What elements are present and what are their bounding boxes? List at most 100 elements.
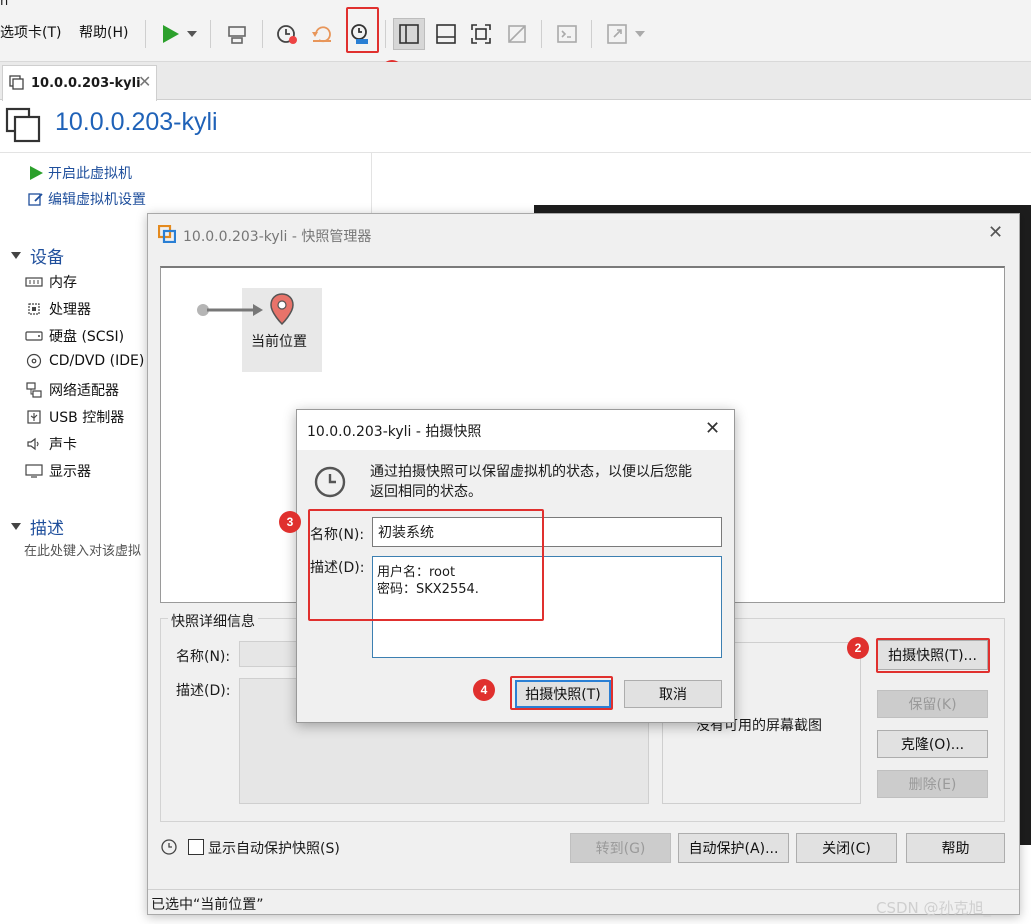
details-name-field[interactable] xyxy=(239,641,299,667)
current-location-label: 当前位置 xyxy=(251,334,307,350)
network-adapter-icon xyxy=(24,382,44,398)
auto-protect-clock-icon xyxy=(160,838,178,860)
device-cd-dvd[interactable]: CD/DVD (IDE) xyxy=(24,353,144,369)
goto-button[interactable]: 转到(G) xyxy=(570,833,671,863)
toolbar-separator xyxy=(591,20,592,48)
menu-fragment: n xyxy=(0,0,9,9)
device-display[interactable]: 显示器 xyxy=(24,461,91,481)
device-label: CD/DVD (IDE) xyxy=(49,353,145,369)
device-label: 处理器 xyxy=(49,302,91,318)
device-label: 网络适配器 xyxy=(49,383,119,399)
start-vm-label: 开启此虚拟机 xyxy=(48,166,132,182)
revert-snapshot-icon[interactable] xyxy=(306,18,338,50)
details-legend: 快照详细信息 xyxy=(168,611,258,631)
divider xyxy=(371,153,372,213)
device-hard-disk[interactable]: 硬盘 (SCSI) xyxy=(24,326,124,346)
toolbar-separator xyxy=(541,20,542,48)
vm-icon xyxy=(5,107,41,147)
annotation-badge-3: 3 xyxy=(279,511,301,533)
keep-button[interactable]: 保留(K) xyxy=(877,690,988,718)
dialog-cancel-button[interactable]: 取消 xyxy=(624,680,722,708)
device-network-adapter[interactable]: 网络适配器 xyxy=(24,380,119,400)
tab-vm[interactable]: 10.0.0.203-kyli ✕ xyxy=(2,65,157,101)
console-icon[interactable] xyxy=(551,18,583,50)
annotation-box-1 xyxy=(346,7,379,53)
details-desc-label: 描述(D): xyxy=(176,683,231,699)
stretch-dropdown-icon[interactable] xyxy=(630,18,650,50)
clock-icon xyxy=(313,465,347,503)
snapshot-manager-title: 10.0.0.203-kyli - 快照管理器 xyxy=(183,229,372,245)
auto-protect-button[interactable]: 自动保护(A)... xyxy=(678,833,789,863)
stretch-icon[interactable] xyxy=(601,18,633,50)
edit-vm-link[interactable]: 编辑虚拟机设置 xyxy=(28,189,146,209)
dialog-title: 10.0.0.203-kyli - 拍摄快照 xyxy=(307,424,482,440)
details-name-label: 名称(N): xyxy=(176,649,231,665)
vm-title: 10.0.0.203-kyli xyxy=(55,108,218,136)
show-auto-snapshots-checkbox[interactable] xyxy=(188,839,204,855)
collapse-arrow-icon xyxy=(11,251,21,259)
clone-button[interactable]: 克隆(O)... xyxy=(877,730,988,758)
tab-title: 10.0.0.203-kyli xyxy=(31,76,141,91)
description-heading: 描述 xyxy=(30,519,64,539)
unity-icon[interactable] xyxy=(501,18,533,50)
divider xyxy=(0,152,1031,153)
toolbar-separator xyxy=(210,20,211,48)
start-vm-link[interactable]: 开启此虚拟机 xyxy=(28,163,132,183)
help-button[interactable]: 帮助 xyxy=(906,833,1005,863)
device-sound-card[interactable]: 声卡 xyxy=(24,434,77,454)
menu-help[interactable]: 帮助(H) xyxy=(79,22,128,42)
delete-button[interactable]: 删除(E) xyxy=(877,770,988,798)
annotation-box-2 xyxy=(876,638,990,673)
location-pin-icon xyxy=(270,293,294,326)
edit-vm-label: 编辑虚拟机设置 xyxy=(48,192,146,208)
play-icon xyxy=(30,166,43,180)
menu-toolbar: n 选项卡(T) 帮助(H) xyxy=(0,0,1031,62)
hard-disk-icon xyxy=(24,328,44,344)
close-button[interactable]: 关闭(C) xyxy=(796,833,897,863)
device-label: 声卡 xyxy=(49,437,77,453)
library-view-icon[interactable] xyxy=(393,18,425,50)
dialog-info-line1: 通过拍摄快照可以保留虚拟机的状态，以便以后您能 xyxy=(370,464,692,480)
device-usb-controller[interactable]: USB 控制器 xyxy=(24,407,124,427)
device-label: USB 控制器 xyxy=(49,410,125,426)
annotation-box-4 xyxy=(510,676,613,710)
device-label: 硬盘 (SCSI) xyxy=(49,329,125,345)
devices-heading: 设备 xyxy=(30,248,64,268)
vm-tab-icon xyxy=(9,75,25,95)
close-dialog-icon[interactable]: ✕ xyxy=(705,418,720,439)
vmware-icon xyxy=(157,224,177,247)
take-snapshot-dialog: 10.0.0.203-kyli - 拍摄快照 ✕ 通过拍摄快照可以保留虚拟机的状… xyxy=(296,409,735,723)
toolbar-separator xyxy=(385,20,386,48)
monitor-icon xyxy=(24,463,44,479)
timeline-arrow xyxy=(197,304,263,316)
watermark: CSDN @孙克旭_ xyxy=(876,899,992,917)
device-processor[interactable]: 处理器 xyxy=(24,299,91,319)
fullscreen-icon[interactable] xyxy=(465,18,497,50)
usb-icon xyxy=(24,409,44,425)
thumbnail-bar-icon[interactable] xyxy=(430,18,462,50)
play-dropdown-icon[interactable] xyxy=(180,18,204,50)
menu-tabs[interactable]: 选项卡(T) xyxy=(0,22,61,42)
device-memory[interactable]: 内存 xyxy=(24,272,77,292)
collapse-arrow-icon xyxy=(11,522,21,530)
send-keys-icon[interactable] xyxy=(221,18,253,50)
devices-section[interactable]: 设备 xyxy=(10,243,64,268)
dialog-titlebar: 10.0.0.203-kyli - 拍摄快照 ✕ xyxy=(297,410,734,450)
cd-dvd-icon xyxy=(24,353,44,369)
edit-settings-icon xyxy=(28,193,43,206)
speaker-icon xyxy=(24,436,44,452)
annotation-badge-4: 4 xyxy=(473,679,495,701)
device-label: 内存 xyxy=(49,275,77,291)
close-window-icon[interactable]: ✕ xyxy=(988,222,1003,243)
toolbar-separator xyxy=(262,20,263,48)
dialog-info-line2: 返回相同的状态。 xyxy=(370,484,482,500)
tab-strip: 10.0.0.203-kyli ✕ xyxy=(0,62,1031,101)
take-snapshot-icon[interactable] xyxy=(271,18,303,50)
toolbar-separator xyxy=(145,20,146,48)
status-text: 已选中“当前位置” xyxy=(151,897,264,913)
device-label: 显示器 xyxy=(49,464,91,480)
close-tab-icon[interactable]: ✕ xyxy=(138,72,151,91)
description-placeholder[interactable]: 在此处键入对该虚拟 xyxy=(24,540,141,559)
description-section[interactable]: 描述 xyxy=(10,514,64,539)
processor-icon xyxy=(24,301,44,317)
